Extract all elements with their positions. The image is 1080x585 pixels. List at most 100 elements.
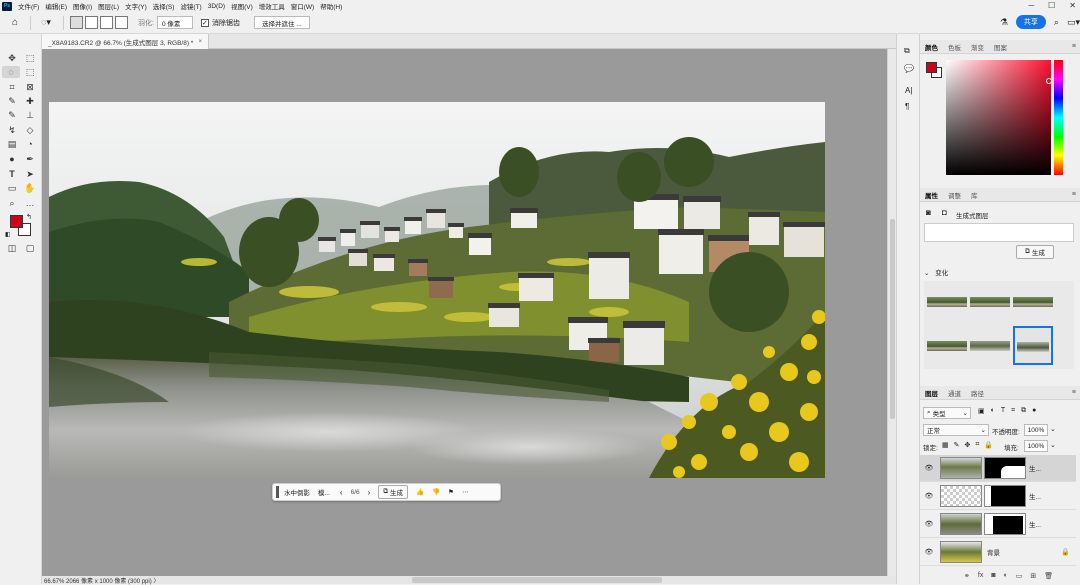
- share-button[interactable]: 共享: [1015, 15, 1046, 29]
- document-image[interactable]: [49, 102, 825, 478]
- hand-tool-icon[interactable]: ✋: [22, 182, 38, 194]
- screen-mode-icon[interactable]: ▢: [22, 242, 38, 254]
- menu-image[interactable]: 图像(I): [73, 1, 92, 11]
- lock-transparency-icon[interactable]: ▦: [942, 441, 949, 449]
- properties-generate-button[interactable]: ⧉ 生成: [1016, 245, 1054, 259]
- new-layer-icon[interactable]: ⊞: [1030, 572, 1036, 580]
- move-tool-icon[interactable]: ✥: [4, 52, 20, 64]
- lock-all-icon[interactable]: 🔒: [984, 441, 993, 449]
- menu-filter[interactable]: 滤镜(T): [180, 1, 201, 11]
- history-panel-icon[interactable]: ⧉: [904, 46, 910, 56]
- eraser-tool-icon[interactable]: ◇: [22, 124, 38, 136]
- history-brush-icon[interactable]: ↯: [4, 124, 20, 136]
- properties-menu-icon[interactable]: ≡: [1072, 191, 1076, 198]
- brush-tool-icon[interactable]: ✎: [4, 109, 20, 121]
- visibility-eye-icon[interactable]: 👁: [924, 548, 934, 556]
- tab-channels[interactable]: 通道: [943, 388, 966, 398]
- tab-libraries[interactable]: 库: [966, 190, 983, 200]
- tab-color[interactable]: 颜色: [920, 42, 943, 52]
- filter-shape-icon[interactable]: ⌗: [1011, 407, 1015, 415]
- variation-thumbnail[interactable]: [927, 297, 967, 307]
- fill-input[interactable]: 100%: [1024, 440, 1048, 452]
- intersect-selection-icon[interactable]: [115, 16, 128, 29]
- variation-thumbnail[interactable]: [970, 341, 1010, 351]
- add-mask-icon[interactable]: ◙: [991, 572, 995, 580]
- type-tool-icon[interactable]: T: [4, 168, 20, 180]
- new-selection-icon[interactable]: [70, 16, 83, 29]
- menu-type[interactable]: 文字(Y): [125, 1, 147, 11]
- marquee-tool-icon[interactable]: ⬚: [22, 52, 38, 64]
- object-select-icon[interactable]: ⬚: [22, 66, 38, 78]
- layer-name[interactable]: 背景: [987, 547, 1000, 557]
- menu-plugins[interactable]: 增效工具: [259, 1, 285, 11]
- crop-tool-icon[interactable]: ⌗: [4, 81, 20, 93]
- default-colors-icon[interactable]: ◧: [5, 231, 11, 238]
- layer-row-background[interactable]: 👁 背景 🔒: [920, 539, 1076, 566]
- select-and-mask-button[interactable]: 选择并遮住 ...: [253, 16, 310, 29]
- close-tab-icon[interactable]: ×: [198, 38, 202, 45]
- thumbs-down-icon[interactable]: 👎: [432, 488, 440, 496]
- lasso-preset-icon[interactable]: ◌▾: [35, 15, 57, 31]
- menu-edit[interactable]: 编辑(E): [45, 1, 67, 11]
- next-variation-icon[interactable]: ›: [368, 488, 371, 497]
- variations-header[interactable]: ⌄ 变化: [924, 267, 948, 277]
- color-saturation-picker[interactable]: [946, 60, 1051, 175]
- link-layers-icon[interactable]: ⚭: [964, 572, 970, 580]
- lasso-tool-icon[interactable]: ◌: [2, 66, 20, 78]
- variation-thumbnail[interactable]: [1013, 297, 1053, 307]
- rectangle-tool-icon[interactable]: ▭: [4, 182, 20, 194]
- hue-slider[interactable]: [1054, 60, 1063, 175]
- previous-variation-icon[interactable]: ‹: [340, 488, 343, 497]
- photoshop-logo-icon[interactable]: Ps: [2, 1, 12, 11]
- menu-view[interactable]: 视图(V): [231, 1, 253, 11]
- frame-tool-icon[interactable]: ⊠: [22, 81, 38, 93]
- healing-brush-icon[interactable]: ✚: [22, 95, 38, 107]
- lock-pixels-icon[interactable]: ✎: [954, 441, 960, 449]
- prompt-input[interactable]: [924, 223, 1074, 242]
- layer-row[interactable]: 👁 生...: [920, 511, 1076, 538]
- delete-layer-icon[interactable]: 🗑: [1044, 572, 1053, 580]
- adjustment-layer-icon[interactable]: ◐: [1004, 572, 1008, 580]
- tab-swatches[interactable]: 色板: [943, 42, 966, 52]
- variation-thumbnail[interactable]: [927, 341, 967, 351]
- beaker-icon[interactable]: ⚗: [1000, 17, 1008, 28]
- layer-filter-dropdown[interactable]: ⌕ 类型 ⌄: [923, 407, 971, 419]
- horizontal-scroll-thumb[interactable]: [412, 577, 662, 583]
- antialias-checkbox[interactable]: ✓: [200, 18, 209, 27]
- menu-file[interactable]: 文件(F): [18, 1, 39, 11]
- color-panel-foreground[interactable]: [926, 62, 937, 73]
- swap-colors-icon[interactable]: ↰: [26, 213, 32, 221]
- layer-name[interactable]: 生...: [1029, 491, 1041, 501]
- lock-artboard-icon[interactable]: ⌗: [975, 441, 979, 449]
- blend-mode-dropdown[interactable]: 正常 ⌄: [923, 424, 989, 436]
- layer-name[interactable]: 生...: [1029, 463, 1041, 473]
- search-icon[interactable]: ⌕: [1054, 17, 1059, 28]
- minimize-icon[interactable]: ─: [1028, 1, 1034, 10]
- menu-3d[interactable]: 3D(D): [208, 3, 225, 10]
- variation-thumbnail[interactable]: [970, 297, 1010, 307]
- generate-button[interactable]: ⧉ 生成: [378, 485, 408, 499]
- model-dropdown[interactable]: 模...: [318, 487, 330, 497]
- vertical-scrollbar[interactable]: [887, 49, 896, 576]
- tab-adjustments[interactable]: 调整: [943, 190, 966, 200]
- visibility-eye-icon[interactable]: 👁: [924, 520, 934, 528]
- tab-properties[interactable]: 属性: [920, 190, 943, 200]
- foreground-color-swatch[interactable]: [10, 215, 23, 228]
- filter-smart-icon[interactable]: ⧉: [1021, 407, 1026, 415]
- tab-layers[interactable]: 图层: [920, 388, 943, 398]
- filter-pixel-icon[interactable]: ▣: [978, 407, 985, 415]
- opacity-chevron-icon[interactable]: ⌄: [1050, 425, 1056, 433]
- layer-name[interactable]: 生...: [1029, 519, 1041, 529]
- home-icon[interactable]: ⌂: [4, 15, 26, 31]
- color-picker-cursor[interactable]: [1046, 78, 1052, 84]
- comments-panel-icon[interactable]: 💬: [904, 64, 914, 73]
- prompt-text[interactable]: 水中倒影: [284, 487, 310, 497]
- tab-paths[interactable]: 路径: [966, 388, 989, 398]
- more-tools-icon[interactable]: …: [22, 197, 38, 209]
- visibility-eye-icon[interactable]: 👁: [924, 464, 934, 472]
- blur-tool-icon[interactable]: ◔: [22, 138, 38, 150]
- menu-window[interactable]: 窗口(W): [291, 1, 314, 11]
- menu-select[interactable]: 选择(S): [153, 1, 175, 11]
- zoom-tool-icon[interactable]: ⌕: [4, 197, 20, 209]
- dodge-tool-icon[interactable]: ●: [4, 153, 20, 165]
